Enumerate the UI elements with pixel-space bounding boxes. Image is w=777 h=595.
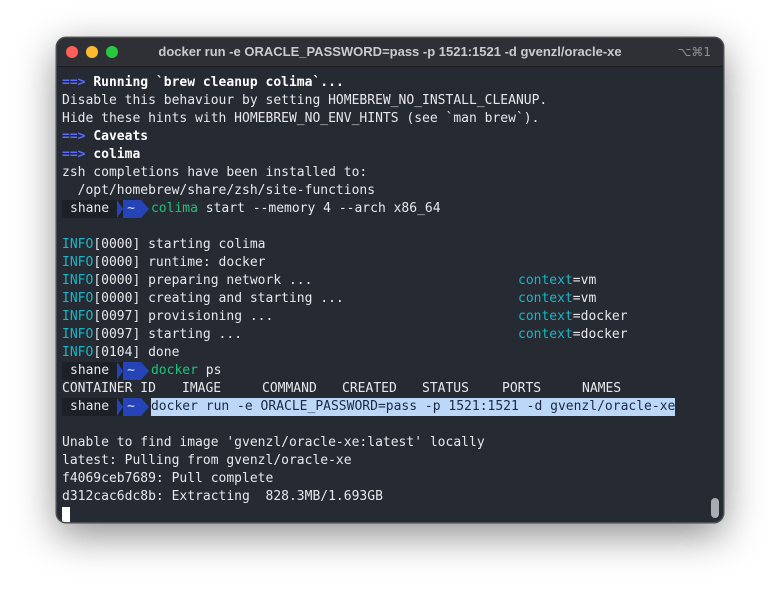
prompt-user: shane xyxy=(62,398,118,416)
column-header: NAMES xyxy=(582,381,622,396)
terminal-output[interactable]: ==> Running `brew cleanup colima`... Dis… xyxy=(62,74,710,522)
column-header: STATUS xyxy=(422,381,469,396)
column-header: IMAGE xyxy=(182,381,222,396)
command-args: ps xyxy=(197,363,222,378)
prompt-line: shane ~ docker run -e ORACLE_PASSWORD=pass… xyxy=(62,398,710,416)
prompt-dir: ~ xyxy=(117,362,149,380)
column-header: PORTS xyxy=(502,381,542,396)
output-line: Hide these hints with HOMEBREW_NO_ENV_HI… xyxy=(62,111,540,126)
output-line: ==> colima xyxy=(62,147,141,162)
selected-command[interactable]: docker run -e ORACLE_PASSWORD=pass -p 15… xyxy=(150,398,676,416)
docker-ps-header: CONTAINER ID IMAGE COMMAND CREATED STATU… xyxy=(62,380,710,398)
log-line: INFO[0104] done xyxy=(62,345,180,360)
output-line: ==> Caveats xyxy=(62,129,149,144)
prompt-dir: ~ xyxy=(117,398,149,416)
column-header: CREATED xyxy=(342,381,397,396)
prompt-line: shane ~ colima start --memory 4 --arch x86… xyxy=(62,200,710,218)
log-line: INFO[0000] creating and starting ... cont… xyxy=(62,291,597,306)
scrollbar-thumb[interactable] xyxy=(711,498,719,518)
output-line: ==> Running `brew cleanup colima`... xyxy=(62,75,344,90)
prompt-user: shane xyxy=(62,200,118,218)
text-cursor xyxy=(62,506,70,522)
window-title: docker run -e ORACLE_PASSWORD=pass -p 15… xyxy=(158,44,622,59)
log-line: INFO[0000] starting colima xyxy=(62,237,266,252)
output-line: Unable to find image 'gvenzl/oracle-xe:l… xyxy=(62,435,485,450)
output-line: latest: Pulling from gvenzl/oracle-xe xyxy=(62,453,352,468)
log-line: INFO[0000] runtime: docker xyxy=(62,255,266,270)
log-line: INFO[0097] starting ... context=docker xyxy=(62,327,628,342)
prompt-line: shane ~ docker ps xyxy=(62,362,710,380)
column-header: CONTAINER ID xyxy=(62,381,156,396)
output-line: /opt/homebrew/share/zsh/site-functions xyxy=(62,183,376,198)
log-line: INFO[0097] provisioning ... context=docke… xyxy=(62,309,628,324)
command-args: start --memory 4 --arch x86_64 xyxy=(197,201,441,216)
log-line: INFO[0000] preparing network ... context=… xyxy=(62,273,597,288)
prompt-dir: ~ xyxy=(117,200,149,218)
output-line: f4069ceb7689: Pull complete xyxy=(62,471,274,486)
tab-shortcut: ⌥⌘1 xyxy=(677,45,711,59)
output-line: d312cac6dc8b: Extracting 828.3MB/1.693GB xyxy=(62,489,383,504)
output-line: Disable this behaviour by setting HOMEBR… xyxy=(62,93,548,108)
command-name: colima xyxy=(150,201,198,216)
cursor-line[interactable] xyxy=(62,506,710,522)
terminal-window: docker run -e ORACLE_PASSWORD=pass -p 15… xyxy=(56,37,724,523)
prompt-user: shane xyxy=(62,362,118,380)
output-line: zsh completions have been installed to: xyxy=(62,165,368,180)
command-name: docker xyxy=(150,363,198,378)
column-header: COMMAND xyxy=(262,381,317,396)
title-bar: docker run -e ORACLE_PASSWORD=pass -p 15… xyxy=(57,38,723,67)
